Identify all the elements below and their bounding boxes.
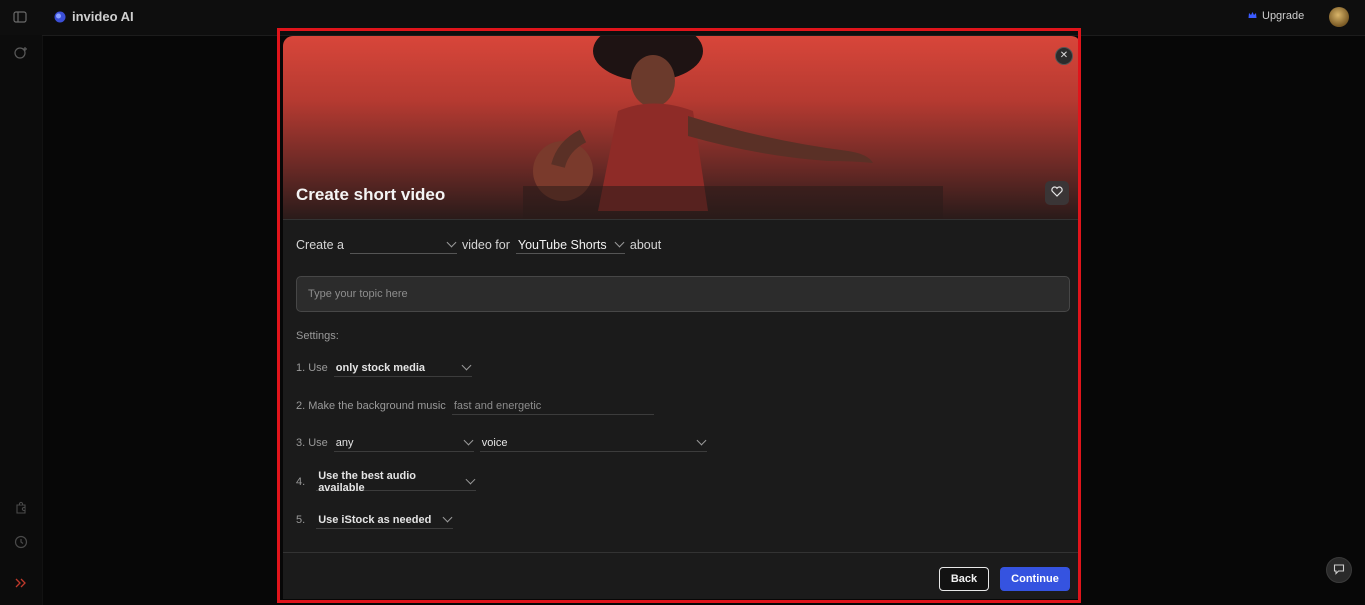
media-source-value: only stock media	[336, 362, 425, 374]
app-name: invideo AI	[72, 9, 134, 24]
history-icon[interactable]	[14, 535, 28, 549]
istock-select[interactable]: Use iStock as needed	[316, 511, 453, 529]
upgrade-button[interactable]: Upgrade	[1248, 10, 1304, 22]
new-project-icon[interactable]	[14, 46, 28, 60]
background-music-input[interactable]: fast and energetic	[452, 397, 654, 415]
setting-row-4: 4. Use the best audio available	[296, 473, 476, 491]
istock-value: Use iStock as needed	[318, 514, 431, 526]
close-icon: ✕	[1060, 51, 1068, 61]
upgrade-label: Upgrade	[1262, 10, 1304, 22]
platform-select[interactable]: YouTube Shorts	[516, 236, 625, 254]
chevron-down-icon	[696, 436, 706, 446]
audio-quality-select[interactable]: Use the best audio available	[316, 473, 476, 491]
topic-placeholder: Type your topic here	[308, 288, 408, 300]
chat-button[interactable]	[1326, 557, 1352, 583]
invideo-logo-icon	[54, 11, 66, 23]
setting-5-prefix: 5.	[296, 514, 305, 526]
setting-row-1: 1. Use only stock media	[296, 359, 472, 377]
setting-row-3: 3. Use any voice	[296, 434, 707, 452]
sidebar-toggle-icon[interactable]	[13, 10, 27, 24]
modal-title: Create short video	[296, 185, 445, 205]
sentence-suffix: about	[630, 238, 661, 252]
chevron-down-icon	[463, 436, 473, 446]
topic-input[interactable]: Type your topic here	[296, 276, 1070, 312]
avatar[interactable]	[1329, 7, 1349, 27]
voice-accent-value: any	[336, 437, 354, 449]
setting-1-prefix: 1. Use	[296, 362, 328, 374]
chevron-down-icon	[443, 513, 453, 523]
crown-icon	[1248, 10, 1257, 22]
chevron-down-icon	[614, 238, 624, 248]
basketball-player-image	[523, 36, 943, 219]
footer-divider	[283, 552, 1081, 553]
expand-icon[interactable]	[14, 576, 28, 590]
audio-quality-value: Use the best audio available	[318, 470, 461, 494]
setting-3-prefix: 3. Use	[296, 437, 328, 449]
sentence-prefix: Create a	[296, 238, 344, 252]
brand[interactable]: invideo AI	[54, 9, 134, 24]
close-button[interactable]: ✕	[1055, 47, 1073, 65]
chevron-down-icon	[461, 361, 471, 371]
setting-4-prefix: 4.	[296, 476, 305, 488]
voice-value: voice	[482, 437, 508, 449]
top-bar: invideo AI Upgrade	[0, 0, 1365, 36]
setting-row-5: 5. Use iStock as needed	[296, 511, 453, 529]
media-source-select[interactable]: only stock media	[334, 359, 472, 377]
chevron-down-icon	[466, 475, 476, 485]
setting-row-2: 2. Make the background music fast and en…	[296, 397, 654, 415]
prompt-sentence: Create a video for YouTube Shorts about	[296, 235, 661, 255]
hero-banner: Create short video ✕	[283, 36, 1081, 220]
chat-icon	[1333, 563, 1345, 578]
back-button[interactable]: Back	[939, 567, 989, 591]
setting-2-prefix: 2. Make the background music	[296, 400, 446, 412]
chevron-down-icon	[447, 238, 457, 248]
settings-label: Settings:	[296, 330, 339, 342]
puzzle-icon[interactable]	[14, 500, 28, 514]
heart-icon	[1051, 186, 1063, 200]
left-rail	[0, 35, 43, 605]
create-video-modal: Create short video ✕ Create a video for …	[283, 36, 1081, 599]
voice-select[interactable]: voice	[480, 434, 707, 452]
continue-button[interactable]: Continue	[1000, 567, 1070, 591]
voice-accent-select[interactable]: any	[334, 434, 474, 452]
platform-value: YouTube Shorts	[518, 238, 607, 252]
favorite-button[interactable]	[1045, 181, 1069, 205]
background-music-value: fast and energetic	[454, 400, 541, 412]
sentence-middle: video for	[462, 238, 510, 252]
video-type-select[interactable]	[350, 236, 457, 254]
